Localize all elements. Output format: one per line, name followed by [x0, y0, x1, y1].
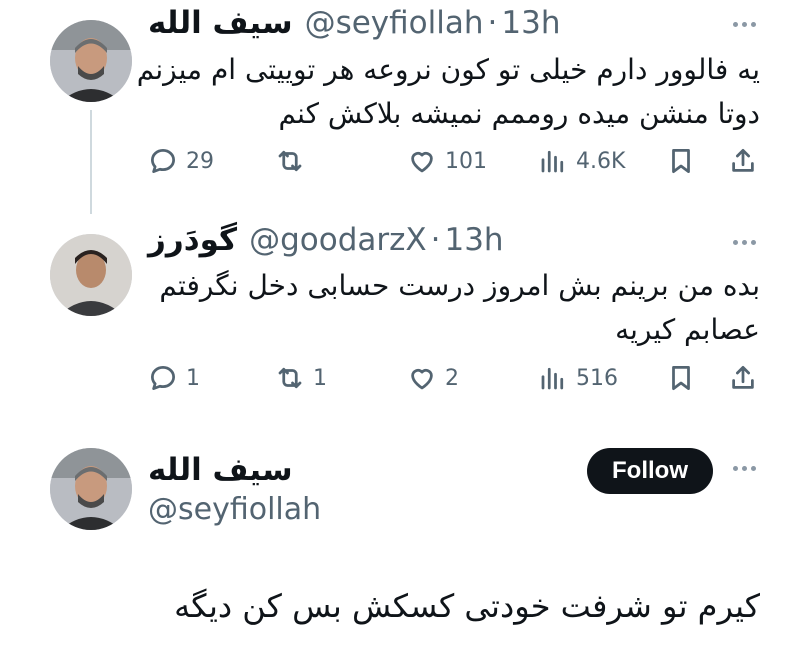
reply-button[interactable]: 29	[148, 141, 214, 181]
handle[interactable]: @goodarzX	[249, 222, 427, 258]
like-icon	[411, 369, 433, 390]
more-icon[interactable]	[733, 240, 756, 245]
handle[interactable]: @seyfiollah	[305, 5, 484, 41]
share-icon	[732, 149, 754, 172]
tweet-text-line: یه فالوور دارم خیلی تو کون نروعه هر تویی…	[136, 53, 760, 86]
views-icon	[541, 150, 564, 173]
tweet-text: بده من برینم بش امروز درست حسابی دخل نگر…	[120, 264, 760, 352]
reply-count: 29	[186, 148, 214, 174]
avatar-photo	[50, 448, 132, 530]
tweet-header: سیف الله @seyfiollah · 13h	[148, 5, 560, 41]
more-icon[interactable]	[733, 22, 756, 27]
action-bar: 1 1 2 516	[0, 358, 800, 398]
retweet-button[interactable]: 1	[275, 358, 327, 398]
separator: ·	[487, 5, 498, 41]
tweet-text-line: بده من برینم بش امروز درست حسابی دخل نگر…	[159, 269, 760, 302]
reply-button[interactable]: 1	[148, 358, 200, 398]
like-button[interactable]: 101	[407, 141, 487, 181]
like-count: 101	[445, 148, 487, 174]
bookmark-icon	[672, 366, 690, 390]
views-button[interactable]: 516	[538, 358, 618, 398]
more-icon[interactable]	[733, 466, 756, 471]
reply-icon	[151, 149, 175, 173]
display-name[interactable]: سیف الله	[148, 452, 293, 488]
tweet-text-line: دوتا منشن میده روممم نمیشه بلاکش کنم	[278, 97, 761, 130]
retweet-icon	[278, 150, 302, 172]
reply-icon	[151, 366, 175, 390]
like-button[interactable]: 2	[407, 358, 459, 398]
timestamp[interactable]: 13h	[501, 5, 560, 41]
views-count: 516	[576, 365, 618, 391]
follow-button[interactable]: Follow	[587, 448, 713, 494]
action-bar: 29 101 4.6K	[0, 141, 800, 181]
separator: ·	[430, 222, 441, 258]
share-button[interactable]	[728, 141, 758, 181]
retweet-button[interactable]	[275, 141, 313, 181]
views-button[interactable]: 4.6K	[538, 141, 625, 181]
share-button[interactable]	[728, 358, 758, 398]
display-name[interactable]: گودَرز	[148, 222, 237, 258]
avatar[interactable]	[50, 448, 132, 530]
like-count: 2	[445, 365, 459, 391]
tweet-text: یه فالوور دارم خیلی تو کون نروعه هر تویی…	[120, 48, 760, 136]
share-icon	[732, 366, 754, 389]
tweet-header: گودَرز @goodarzX · 13h	[148, 222, 504, 258]
display-name[interactable]: سیف الله	[148, 5, 293, 41]
tweet-text-line: عصابم کیریه	[615, 313, 760, 346]
views-count: 4.6K	[576, 148, 626, 174]
handle[interactable]: @seyfiollah	[148, 492, 321, 528]
views-icon	[541, 367, 564, 390]
retweet-icon	[278, 367, 302, 389]
bookmark-button[interactable]	[666, 141, 696, 181]
retweet-count: 1	[313, 365, 327, 391]
like-icon	[411, 152, 433, 173]
timestamp[interactable]: 13h	[444, 222, 503, 258]
reply-count: 1	[186, 365, 200, 391]
tweet-text: کیرم تو شرفت خودتی کسکش بس کن دیگه	[174, 587, 760, 625]
bookmark-button[interactable]	[666, 358, 696, 398]
bookmark-icon	[672, 149, 690, 173]
